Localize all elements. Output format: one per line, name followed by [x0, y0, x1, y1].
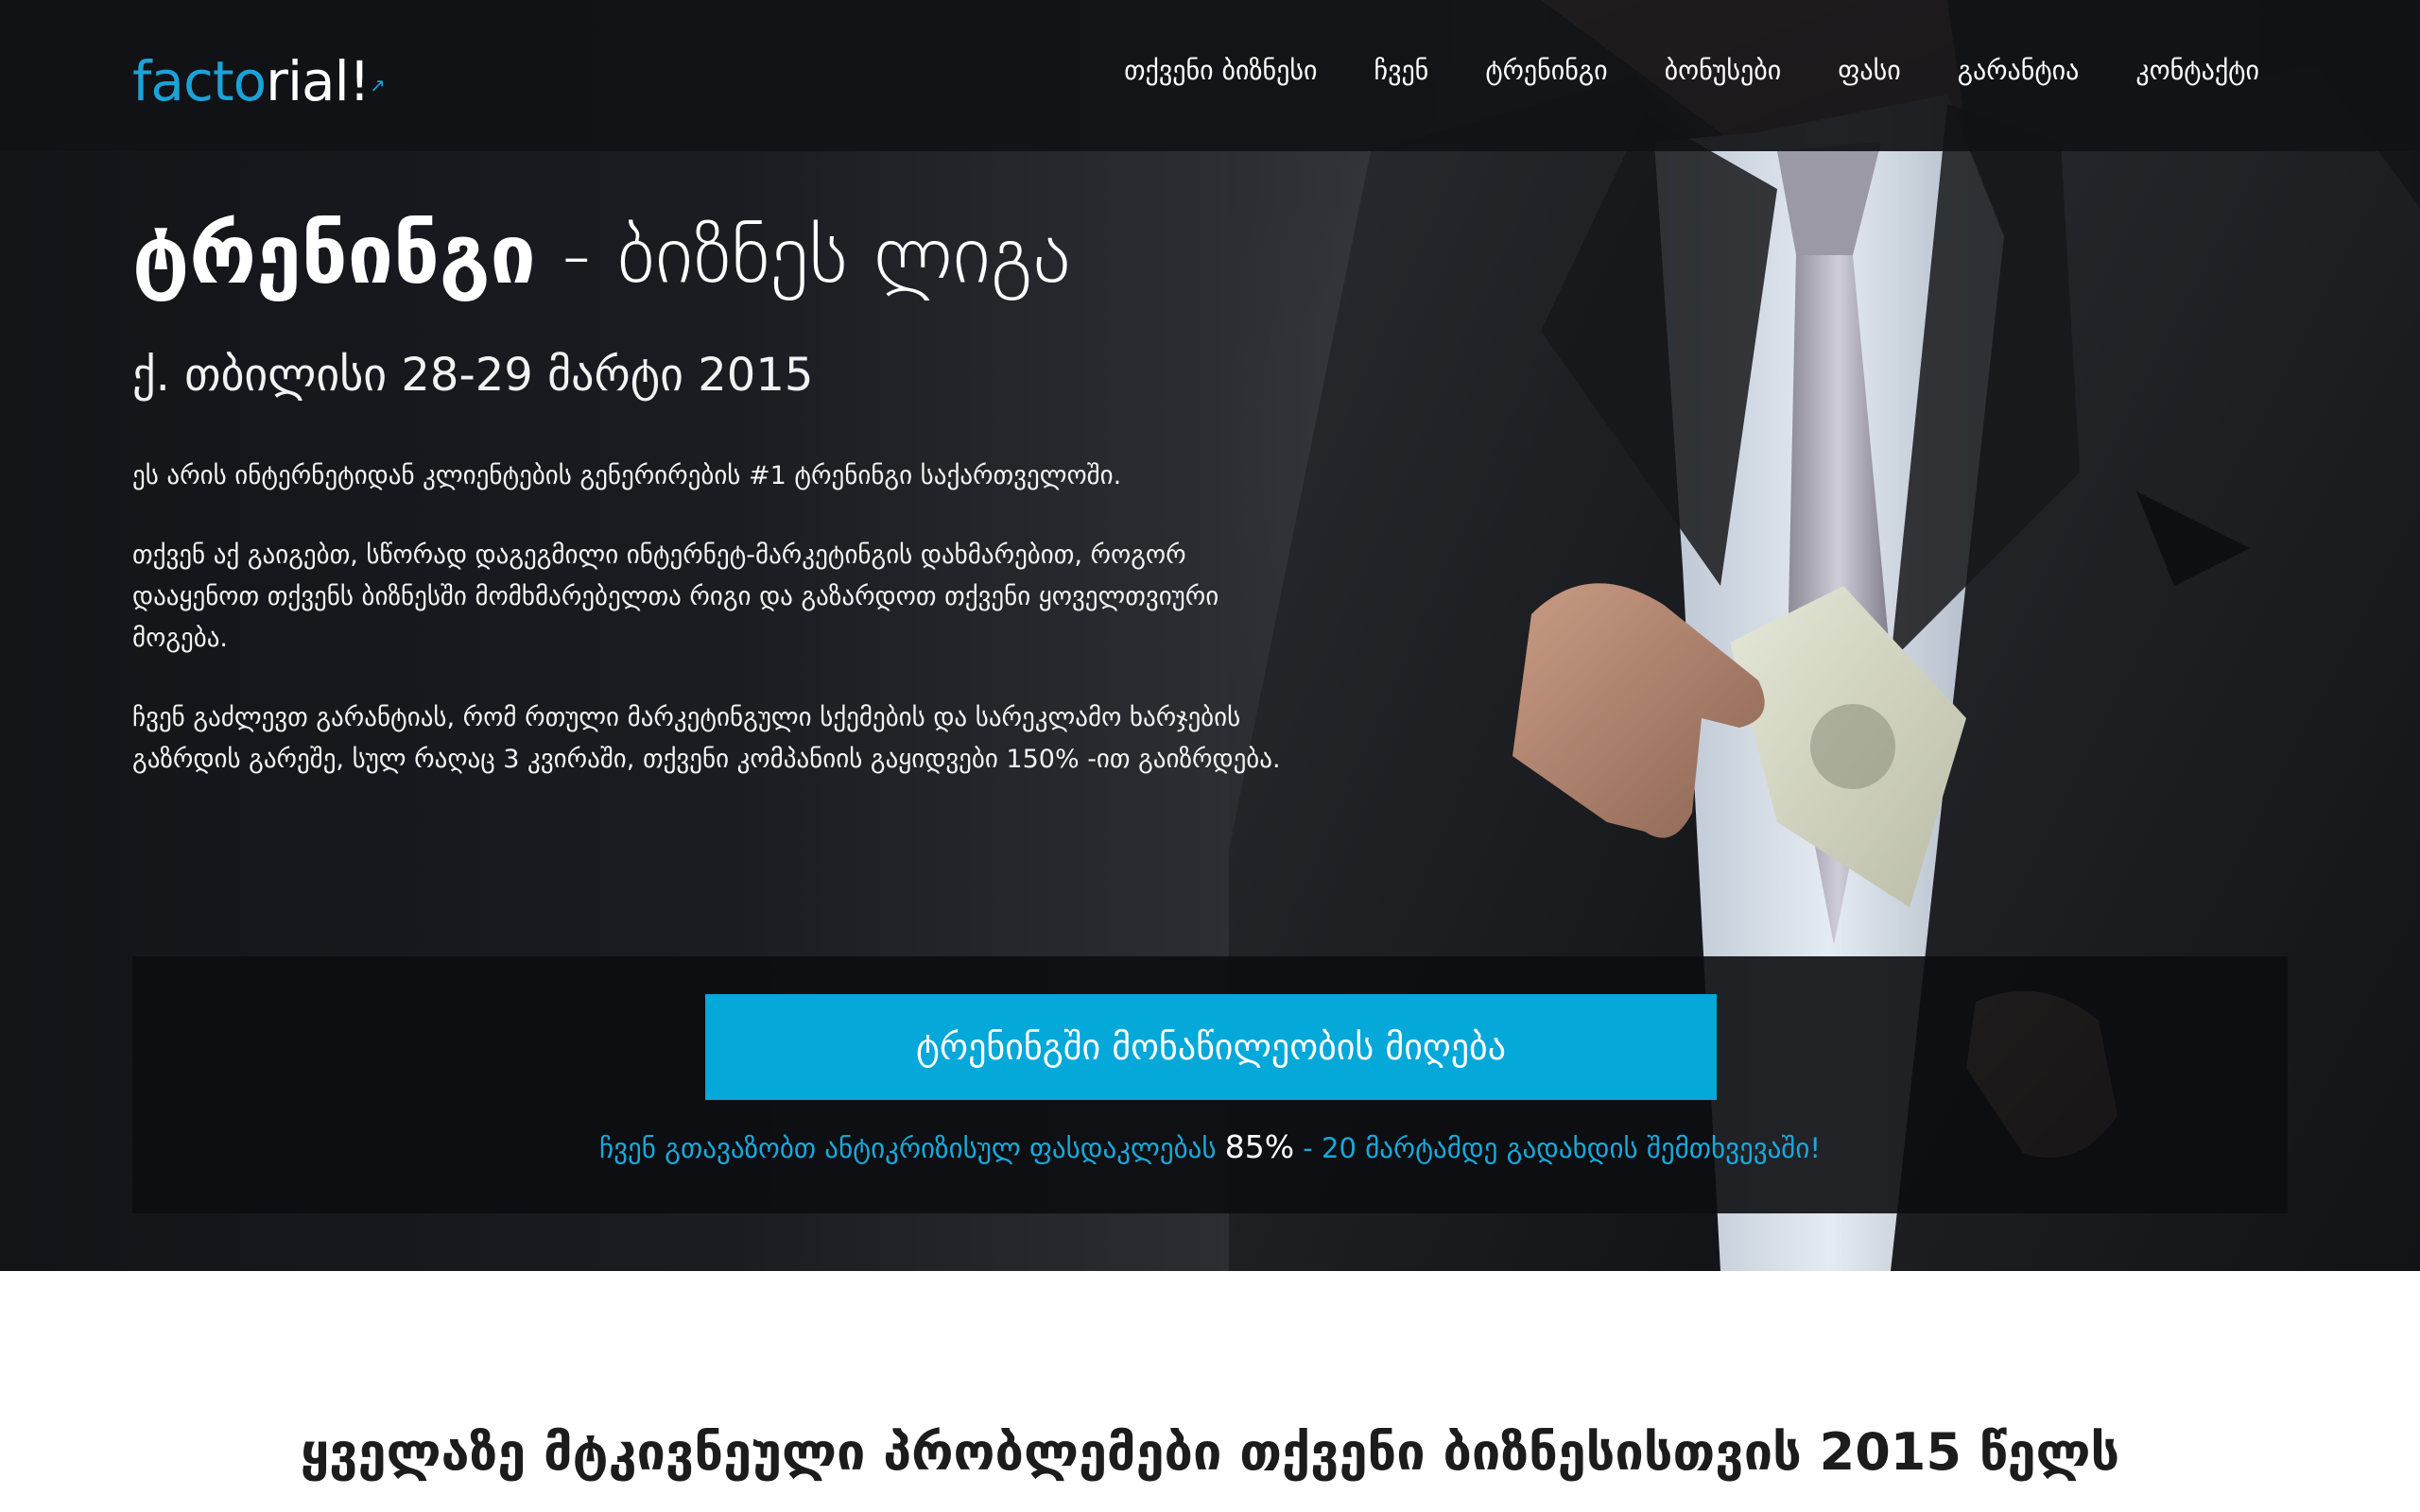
logo-part-3: rial!: [266, 49, 371, 113]
logo-part-1: fac: [132, 49, 214, 113]
factorial-logo[interactable]: factorial!↗: [132, 49, 386, 113]
discount-percent: 85%: [1224, 1128, 1295, 1165]
hero-subtitle: ქ. თბილისი 28-29 მარტი 2015: [132, 349, 814, 402]
hero-title-bold: ტრენინგი: [132, 208, 536, 302]
nav-item-your-business[interactable]: თქვენი ბიზნესი: [1124, 47, 1317, 94]
join-training-button[interactable]: ტრენინგში მონაწილეობის მიღება: [705, 994, 1717, 1100]
nav-item-training[interactable]: ტრენინგი: [1485, 47, 1607, 94]
logo-part-2: to: [212, 49, 267, 113]
nav-item-us[interactable]: ჩვენ: [1374, 47, 1428, 94]
logo-arrow-icon: ↗: [369, 74, 386, 96]
hero-description: ეს არის ინტერნეტიდან კლიენტების გენერირე…: [132, 455, 1286, 818]
problems-section-heading: ყველაზე მტკივნეული პრობლემები თქვენი ბიზ…: [300, 1422, 2120, 1482]
hero-title-rest: - ბიზნეს ლიგა: [535, 208, 1071, 302]
nav-item-guarantee[interactable]: გარანტია: [1958, 47, 2080, 94]
hero-paragraph-1: ეს არის ინტერნეტიდან კლიენტების გენერირე…: [132, 461, 1122, 490]
main-nav: თქვენი ბიზნესი ჩვენ ტრენინგი ბონუსები ფა…: [1124, 47, 2259, 94]
hero-paragraph-3: ჩვენ გაძლევთ გარანტიას, რომ რთული მარკეტ…: [132, 703, 1281, 774]
discount-note-after: - 20 მარტამდე გადახდის შემთხვევაში!: [1294, 1132, 1821, 1164]
hero-section: factorial!↗ თქვენი ბიზნესი ჩვენ ტრენინგი…: [0, 0, 2420, 1271]
nav-item-price[interactable]: ფასი: [1838, 47, 1900, 94]
hero-title: ტრენინგი - ბიზნეს ლიგა: [132, 203, 1071, 307]
discount-note: ჩვენ გთავაზობთ ანტიკრიზისულ ფასდაკლებას …: [132, 1128, 2288, 1165]
hero-paragraph-2: თქვენ აქ გაიგებთ, სწორად დაგეგმილი ინტერ…: [132, 541, 1219, 653]
nav-item-bonuses[interactable]: ბონუსები: [1665, 47, 1782, 94]
top-navbar: factorial!↗ თქვენი ბიზნესი ჩვენ ტრენინგი…: [0, 0, 2420, 151]
nav-item-contact[interactable]: კონტაქტი: [2135, 47, 2259, 94]
discount-note-before: ჩვენ გთავაზობთ ანტიკრიზისულ ფასდაკლებას: [599, 1132, 1225, 1164]
cta-panel: ტრენინგში მონაწილეობის მიღება ჩვენ გთავა…: [132, 956, 2288, 1213]
